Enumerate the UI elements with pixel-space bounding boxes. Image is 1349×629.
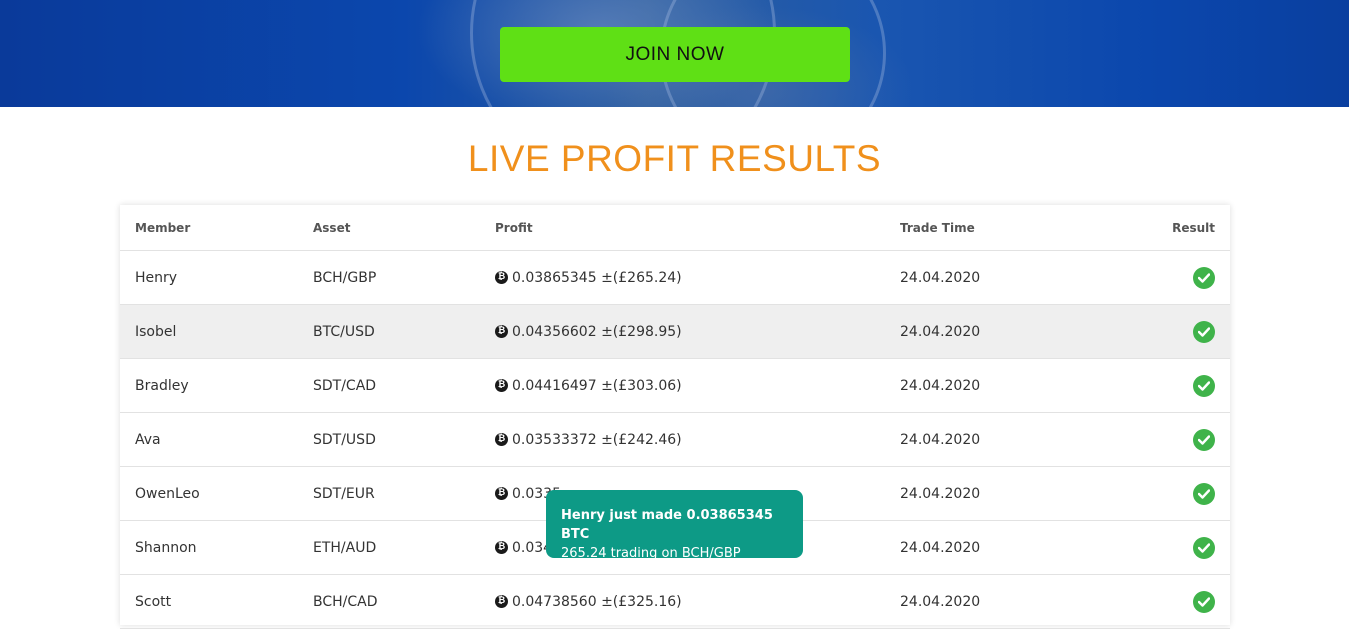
profit-cell: ₿ 0.03865345 ±(£265.24) [495, 251, 682, 304]
profit-value: 0.04416497 ±(£303.06) [512, 377, 682, 394]
result-cell [1193, 521, 1215, 574]
check-circle-icon [1193, 266, 1215, 289]
result-cell [1193, 359, 1215, 412]
member-name: OwenLeo [135, 485, 200, 502]
asset-pair: BCH/CAD [313, 593, 378, 610]
table-row: Isobel BTC/USD ₿ 0.04356602 ±(£298.95) 24.04… [120, 305, 1230, 359]
bitcoin-icon: ₿ [495, 379, 508, 392]
check-circle-icon [1193, 536, 1215, 559]
bitcoin-icon: ₿ [495, 271, 508, 284]
profit-value: 0.03865345 ±(£265.24) [512, 269, 682, 286]
header-trade-time: Trade Time [900, 220, 975, 235]
toast-detail: 265.24 trading on BCH/GBP [561, 546, 741, 561]
asset-pair: SDT/USD [313, 431, 376, 448]
result-cell [1193, 413, 1215, 466]
result-cell [1193, 305, 1215, 358]
trade-time: 24.04.2020 [900, 431, 981, 448]
trade-time: 24.04.2020 [900, 269, 981, 286]
member-name: Bradley [135, 377, 189, 394]
trade-time: 24.04.2020 [900, 485, 981, 502]
result-cell [1193, 467, 1215, 520]
profit-cell: ₿ 0.04738560 ±(£325.16) [495, 575, 682, 628]
bitcoin-icon: ₿ [495, 325, 508, 338]
asset-pair: SDT/EUR [313, 485, 375, 502]
trade-time: 24.04.2020 [900, 377, 981, 394]
check-circle-icon [1193, 320, 1215, 343]
result-cell [1193, 575, 1215, 628]
table-row: Scott BCH/CAD ₿ 0.04738560 ±(£325.16) 24.04.… [120, 575, 1230, 629]
table-row: Bradley SDT/CAD ₿ 0.04416497 ±(£303.06) 24.0… [120, 359, 1230, 413]
member-name: Ava [135, 431, 161, 448]
profit-cell: ₿ 0.034 [495, 521, 552, 574]
check-circle-icon [1193, 590, 1215, 613]
check-circle-icon [1193, 374, 1215, 397]
join-now-button[interactable]: JOIN NOW [500, 27, 850, 82]
header-member: Member [135, 220, 191, 235]
trade-time: 24.04.2020 [900, 539, 981, 556]
table-row: Ava SDT/USD ₿ 0.03533372 ±(£242.46) 24.04.20… [120, 413, 1230, 467]
asset-pair: SDT/CAD [313, 377, 377, 394]
check-circle-icon [1193, 428, 1215, 451]
header-result: Result [1172, 220, 1215, 235]
header-asset: Asset [313, 220, 351, 235]
member-name: Shannon [135, 539, 197, 556]
asset-pair: BTC/USD [313, 323, 375, 340]
check-circle-icon [1193, 482, 1215, 505]
asset-pair: ETH/AUD [313, 539, 377, 556]
profit-cell: ₿ 0.03533372 ±(£242.46) [495, 413, 682, 466]
section-title: LIVE PROFIT RESULTS [467, 138, 882, 179]
member-name: Henry [135, 269, 178, 286]
table-row: Henry BCH/GBP ₿ 0.03865345 ±(£265.24) 24.04.… [120, 251, 1230, 305]
table-header: Member Asset Profit Trade Time Result [120, 205, 1230, 251]
member-name: Isobel [135, 323, 177, 340]
member-name: Scott [135, 593, 172, 610]
profit-value: 0.04356602 ±(£298.95) [512, 323, 682, 340]
trade-time: 24.04.2020 [900, 323, 981, 340]
bitcoin-icon: ₿ [495, 487, 508, 500]
profit-cell: ₿ 0.04416497 ±(£303.06) [495, 359, 682, 412]
bitcoin-icon: ₿ [495, 541, 508, 554]
profit-value: 0.04738560 ±(£325.16) [512, 593, 682, 610]
trade-notification-toast[interactable]: Henry just made 0.03865345 BTC 265.24 tr… [546, 490, 803, 561]
asset-pair: BCH/GBP [313, 269, 377, 286]
toast-headline: Henry just made 0.03865345 BTC [561, 508, 773, 542]
profit-value: 0.03533372 ±(£242.46) [512, 431, 682, 448]
hero-banner: JOIN NOW [0, 0, 1349, 107]
result-cell [1193, 251, 1215, 304]
header-profit: Profit [495, 220, 533, 235]
trade-time: 24.04.2020 [900, 593, 981, 610]
profit-cell: ₿ 0.04356602 ±(£298.95) [495, 305, 682, 358]
bitcoin-icon: ₿ [495, 433, 508, 446]
bitcoin-icon: ₿ [495, 595, 508, 608]
